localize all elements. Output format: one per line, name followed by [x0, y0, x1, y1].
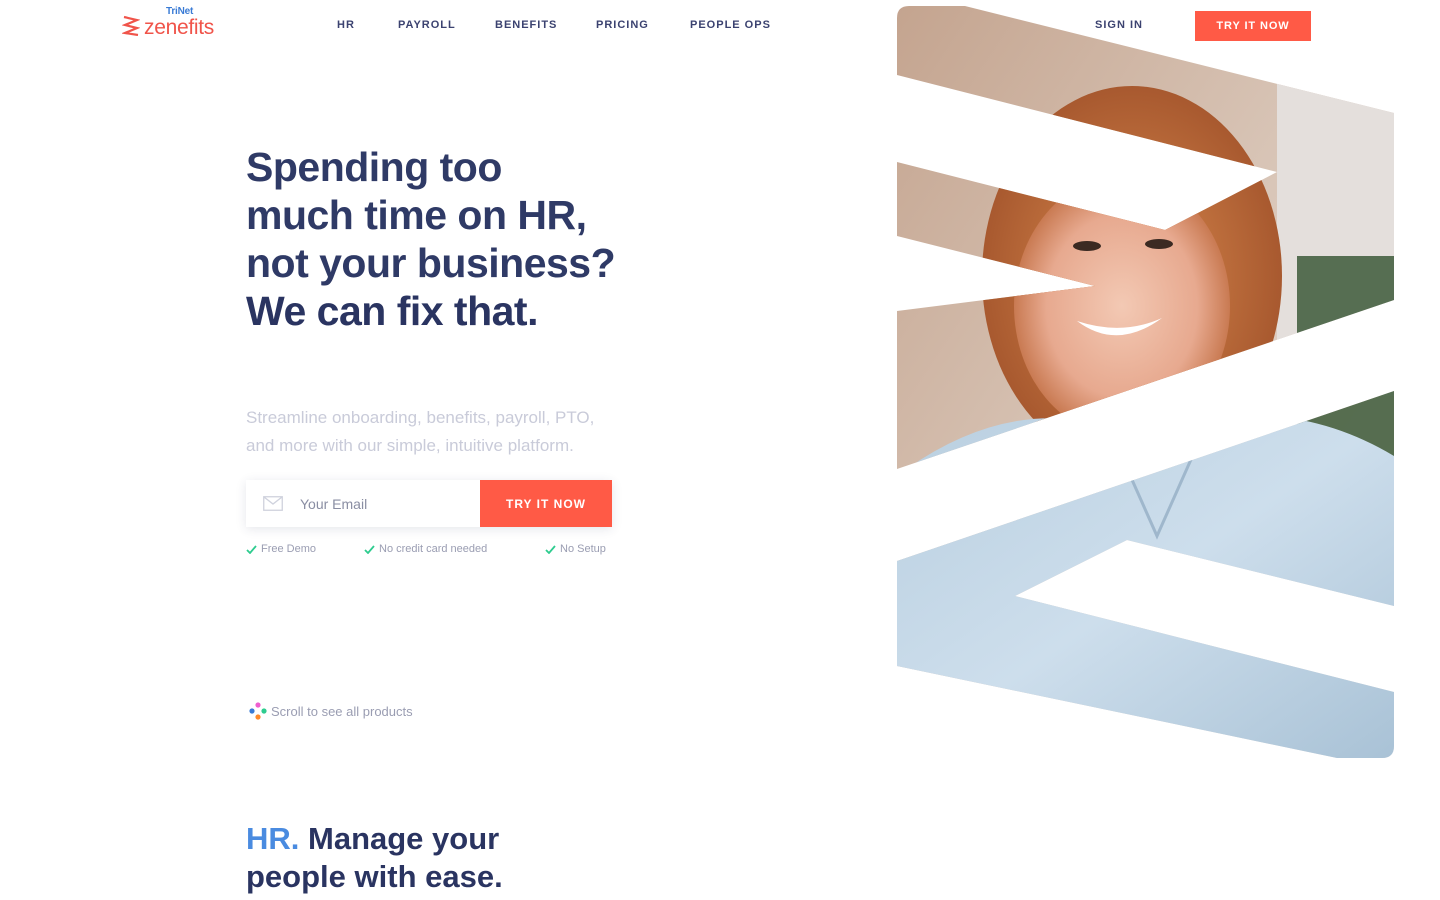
perk-label: Free Demo: [261, 543, 317, 555]
perk-label: No credit card needed: [379, 543, 488, 555]
logo-zenefits: zenefits: [144, 16, 214, 39]
perk-item: Free Demo: [246, 543, 316, 555]
hero-subtext: Streamline onboarding, benefits, payroll…: [246, 408, 595, 455]
check-icon: [246, 544, 257, 554]
nav-item-hr[interactable]: HR: [337, 19, 355, 31]
logo[interactable]: TriNet zenefits: [122, 6, 214, 39]
logo-trinet: TriNet: [166, 6, 194, 17]
perk-item: No credit card needed: [364, 543, 487, 555]
headline-line: not your business?: [246, 240, 616, 286]
header-try-it-now-button[interactable]: TRY IT NOW: [1195, 11, 1311, 41]
hr-section-title: HR. Manage your people with ease.: [246, 820, 503, 896]
hero-headline: Spending too much time on HR, not your b…: [246, 143, 616, 335]
scroll-hint[interactable]: Scroll to see all products: [248, 702, 413, 720]
section-accent: HR.: [246, 821, 300, 856]
email-input[interactable]: [300, 495, 460, 512]
scroll-hint-label: Scroll to see all products: [271, 703, 413, 719]
product-dots-icon: [249, 702, 267, 720]
check-icon: [364, 544, 375, 554]
check-icon: [545, 544, 556, 554]
nav-item-payroll[interactable]: PAYROLL: [398, 19, 456, 31]
perk-item: No Setup: [545, 543, 606, 555]
perk-label: No Setup: [560, 543, 606, 555]
nav-item-pricing[interactable]: PRICING: [596, 19, 649, 31]
sign-in-link[interactable]: SIGN IN: [1095, 19, 1143, 31]
mail-icon: [263, 496, 283, 511]
headline-line: much time on HR,: [246, 192, 587, 238]
zenefits-mark-icon: [122, 15, 140, 36]
hero-photo: [897, 6, 1394, 758]
email-field-wrapper: [246, 480, 480, 527]
email-signup-form: TRY IT NOW: [246, 480, 612, 527]
nav-item-benefits[interactable]: BENEFITS: [495, 19, 557, 31]
nav-item-people-ops[interactable]: PEOPLE OPS: [690, 19, 771, 31]
headline-strong: We can fix that.: [246, 288, 538, 334]
hero-try-it-now-button[interactable]: TRY IT NOW: [480, 480, 612, 527]
headline-line: Spending too: [246, 144, 502, 190]
